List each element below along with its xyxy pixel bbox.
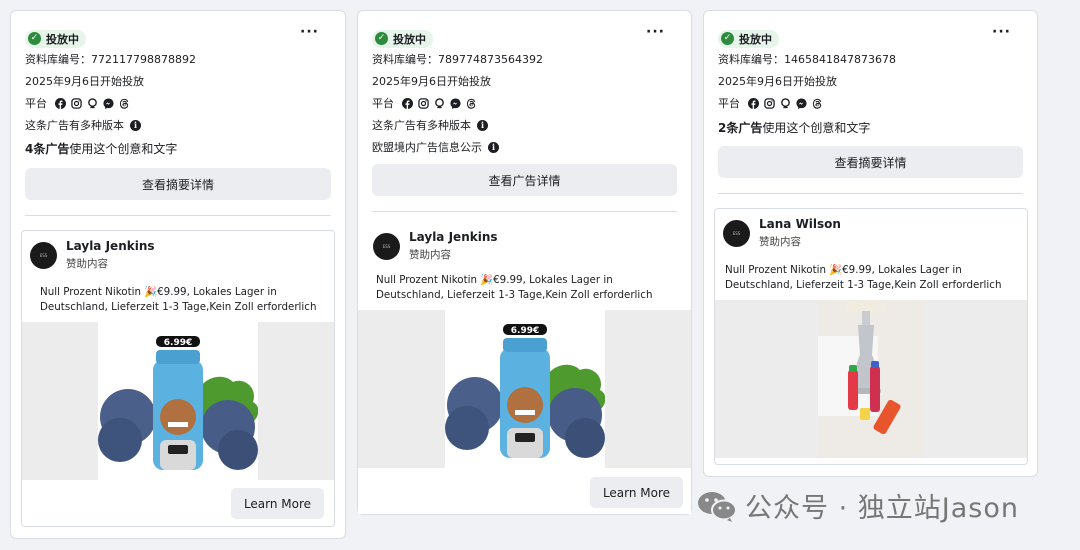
- status-label: 投放中: [393, 32, 426, 46]
- learn-more-button[interactable]: Learn More: [231, 488, 324, 519]
- ad-preview: ESS Layla Jenkins 赞助内容 Null Prozent Niko…: [21, 230, 335, 527]
- threads-icon: [120, 98, 129, 109]
- watermark-text: 公众号 · 独立站Jason: [745, 493, 1019, 524]
- platform-label: 平台: [372, 97, 394, 110]
- price-tag: 6.99€: [511, 326, 539, 336]
- ad-body-text: Null Prozent Nikotin 🎉€9.99, Lokales Lag…: [40, 286, 317, 313]
- platform-label: 平台: [718, 97, 740, 110]
- usage-count: 2条广告: [718, 121, 763, 135]
- messenger-icon: [450, 97, 461, 109]
- sponsored-label: 赞助内容: [66, 258, 108, 270]
- sponsored-label: 赞助内容: [759, 236, 801, 248]
- versions-row: 这条广告有多种版本 i: [25, 117, 141, 133]
- ad-card: ✓ 投放中 ··· 资料库编号：772117798878892 2025年9月6…: [10, 10, 346, 539]
- ad-preview: ESS Lana Wilson 赞助内容 Null Prozent Nikoti…: [714, 208, 1028, 465]
- view-summary-button[interactable]: 查看摘要详情: [25, 168, 331, 200]
- status-label: 投放中: [46, 32, 79, 46]
- start-date: 2025年9月6日开始投放: [372, 75, 491, 88]
- ad-body-text: Null Prozent Nikotin 🎉€9.99, Lokales Lag…: [376, 274, 653, 301]
- audience-network-icon: [88, 97, 97, 108]
- ad-card: ✓ 投放中 ··· 资料库编号：1465841847873678 2025年9月…: [703, 10, 1038, 477]
- threads-icon: [467, 98, 476, 109]
- usage-rest: 使用这个创意和文字: [762, 121, 871, 135]
- more-options-icon[interactable]: ···: [992, 24, 1011, 40]
- avatar[interactable]: ESS: [30, 241, 57, 269]
- advertiser-name[interactable]: Layla Jenkins: [66, 239, 155, 253]
- audience-network-icon: [435, 97, 444, 108]
- versions-text: 这条广告有多种版本: [372, 119, 471, 132]
- usage-text: 4条广告使用这个创意和文字: [25, 140, 177, 157]
- instagram-icon: [71, 97, 82, 109]
- instagram-icon: [764, 97, 775, 109]
- ad-card: ✓ 投放中 ··· 资料库编号：789774873564392 2025年9月6…: [357, 10, 692, 515]
- check-icon: ✓: [28, 32, 41, 45]
- check-icon: ✓: [375, 32, 388, 45]
- platforms-row: 平台: [25, 95, 130, 111]
- platforms-row: 平台: [718, 95, 823, 111]
- usage-count: 4条广告: [25, 142, 70, 156]
- status-badge: ✓ 投放中: [25, 29, 86, 48]
- versions-row: 这条广告有多种版本 i: [372, 117, 488, 133]
- eu-transparency-text: 欧盟境内广告信息公示: [372, 141, 482, 154]
- check-icon: ✓: [721, 32, 734, 45]
- avatar[interactable]: ESS: [723, 219, 750, 247]
- status-badge: ✓ 投放中: [372, 29, 433, 48]
- ad-media[interactable]: 6.99€: [358, 310, 691, 468]
- view-ad-details-button[interactable]: 查看广告详情: [372, 164, 677, 196]
- more-options-icon[interactable]: ···: [300, 24, 319, 40]
- product-image: 6.99€: [98, 322, 258, 480]
- facebook-icon: [402, 97, 413, 109]
- sponsored-label: 赞助内容: [409, 249, 451, 261]
- divider: [25, 215, 331, 216]
- library-id: 资料库编号：1465841847873678: [718, 53, 896, 66]
- start-date: 2025年9月6日开始投放: [25, 75, 144, 88]
- info-icon[interactable]: i: [488, 141, 499, 153]
- instagram-icon: [418, 97, 429, 109]
- product-image: [818, 300, 924, 458]
- facebook-icon: [55, 97, 66, 109]
- divider: [718, 193, 1023, 194]
- ad-body-text: Null Prozent Nikotin 🎉€9.99, Lokales Lag…: [725, 264, 1002, 291]
- messenger-icon: [796, 97, 807, 109]
- advertiser-name[interactable]: Lana Wilson: [759, 217, 841, 231]
- library-id: 资料库编号：772117798878892: [25, 53, 196, 66]
- ad-preview: ESS Layla Jenkins 赞助内容 Null Prozent Niko…: [358, 220, 691, 514]
- facebook-icon: [748, 97, 759, 109]
- messenger-icon: [103, 97, 114, 109]
- threads-icon: [813, 98, 822, 109]
- view-summary-button[interactable]: 查看摘要详情: [718, 146, 1023, 178]
- info-icon[interactable]: i: [130, 119, 141, 131]
- advertiser-name[interactable]: Layla Jenkins: [409, 230, 498, 244]
- ad-media[interactable]: 6.99€: [22, 322, 334, 480]
- price-tag: 6.99€: [164, 338, 192, 348]
- platforms-row: 平台: [372, 95, 477, 111]
- divider: [372, 211, 677, 212]
- versions-text: 这条广告有多种版本: [25, 119, 124, 132]
- usage-rest: 使用这个创意和文字: [69, 142, 178, 156]
- status-badge: ✓ 投放中: [718, 29, 779, 48]
- wechat-icon: [698, 491, 737, 522]
- wechat-watermark: 公众号 · 独立站Jason: [697, 486, 1019, 525]
- library-id: 资料库编号：789774873564392: [372, 53, 543, 66]
- more-options-icon[interactable]: ···: [646, 24, 665, 40]
- avatar[interactable]: ESS: [373, 232, 400, 260]
- usage-text: 2条广告使用这个创意和文字: [718, 119, 870, 136]
- learn-more-button[interactable]: Learn More: [590, 477, 683, 508]
- product-image: 6.99€: [445, 310, 605, 468]
- audience-network-icon: [781, 97, 790, 108]
- info-icon[interactable]: i: [477, 119, 488, 131]
- platform-label: 平台: [25, 97, 47, 110]
- status-label: 投放中: [739, 32, 772, 46]
- start-date: 2025年9月6日开始投放: [718, 75, 837, 88]
- eu-transparency-row: 欧盟境内广告信息公示 i: [372, 139, 499, 155]
- ad-media[interactable]: [715, 300, 1027, 458]
